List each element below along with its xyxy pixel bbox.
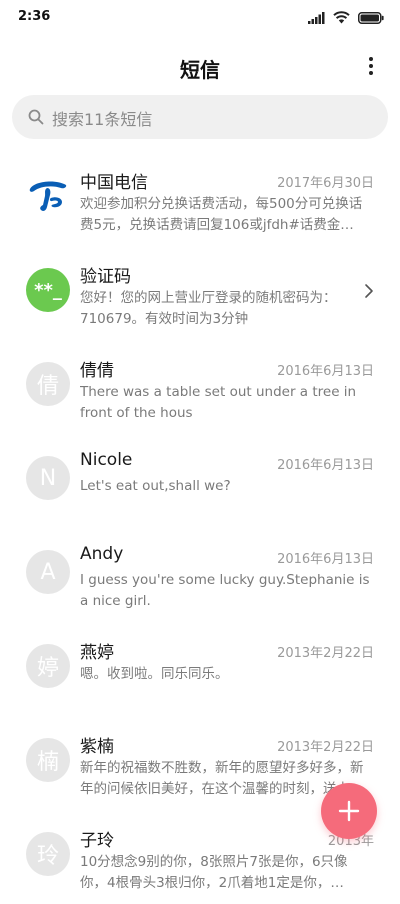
avatar: 倩 [26,362,70,406]
message-item[interactable]: A Andy 2016年6月13日 I guess you're some lu… [0,528,400,622]
avatar [26,174,70,218]
signal-icon [308,11,325,24]
message-preview: 您好！您的网上营业厅登录的随机密码为：710679。有效时间为3分钟 [80,290,337,327]
title-bar: 短信 [0,44,400,88]
more-vertical-icon [369,57,373,61]
china-telecom-logo-icon [29,181,67,211]
avatar: **_ [26,268,70,312]
message-date: 2016年6月13日 [277,364,374,379]
message-date: 2013年2月22日 [277,646,374,661]
status-bar: 2:36 [0,0,400,36]
message-preview: 嗯。收到啦。同乐同乐。 [80,666,229,682]
message-item[interactable]: **_ 验证码 您好！您的网上营业厅登录的随机密码为：710679。有效时间为3… [0,246,400,340]
search-icon [28,109,44,125]
message-date: 2016年6月13日 [277,458,374,473]
message-preview: 欢迎参加积分兑换话费活动，每500分可兑换话费5元，兑换话费请回复106或jfd… [80,196,363,233]
new-message-button[interactable] [321,783,377,839]
chevron-right-icon[interactable] [364,283,374,299]
message-date: 2017年6月30日 [277,176,374,191]
message-item[interactable]: 倩 倩倩 2016年6月13日 There was a table set ou… [0,340,400,434]
message-sender: 子玲 [80,831,114,851]
message-preview: 10分想念9别的你，8张照片7张是你，6只像你，4根骨头3根归你，2爪着地1定是… [80,854,348,891]
wifi-icon [333,11,350,24]
more-options-button[interactable] [358,52,384,80]
message-sender: 倩倩 [80,361,114,381]
message-item[interactable]: 中国电信 2017年6月30日 欢迎参加积分兑换话费活动，每500分可兑换话费5… [0,152,400,246]
message-preview: I guess you're some lucky guy.Stephanie … [80,572,370,609]
message-date: 2013年2月22日 [277,740,374,755]
message-sender: 验证码 [80,267,131,287]
message-sender: 紫楠 [80,737,114,757]
message-item[interactable]: 婷 燕婷 2013年2月22日 嗯。收到啦。同乐同乐。 [0,622,400,716]
message-date: 2016年6月13日 [277,552,374,567]
message-preview: There was a table set out under a tree i… [80,384,357,421]
message-sender: 燕婷 [80,643,114,663]
message-preview: Let's eat out,shall we? [80,478,231,494]
avatar: 婷 [26,644,70,688]
status-time: 2:36 [18,9,51,24]
message-sender: 中国电信 [80,173,148,193]
avatar: 玲 [26,832,70,876]
status-icons [308,11,384,24]
message-item[interactable]: N Nicole 2016年6月13日 Let's eat out,shall … [0,434,400,528]
plus-icon [338,800,360,822]
avatar: N [26,456,70,500]
search-placeholder: 搜索11条短信 [52,110,153,129]
avatar: A [26,550,70,594]
battery-icon [358,11,384,24]
search-input[interactable]: 搜索11条短信 [12,95,388,139]
page-title: 短信 [180,58,220,82]
avatar: 楠 [26,738,70,782]
message-sender: Nicole [80,450,133,470]
message-sender: Andy [80,544,124,564]
